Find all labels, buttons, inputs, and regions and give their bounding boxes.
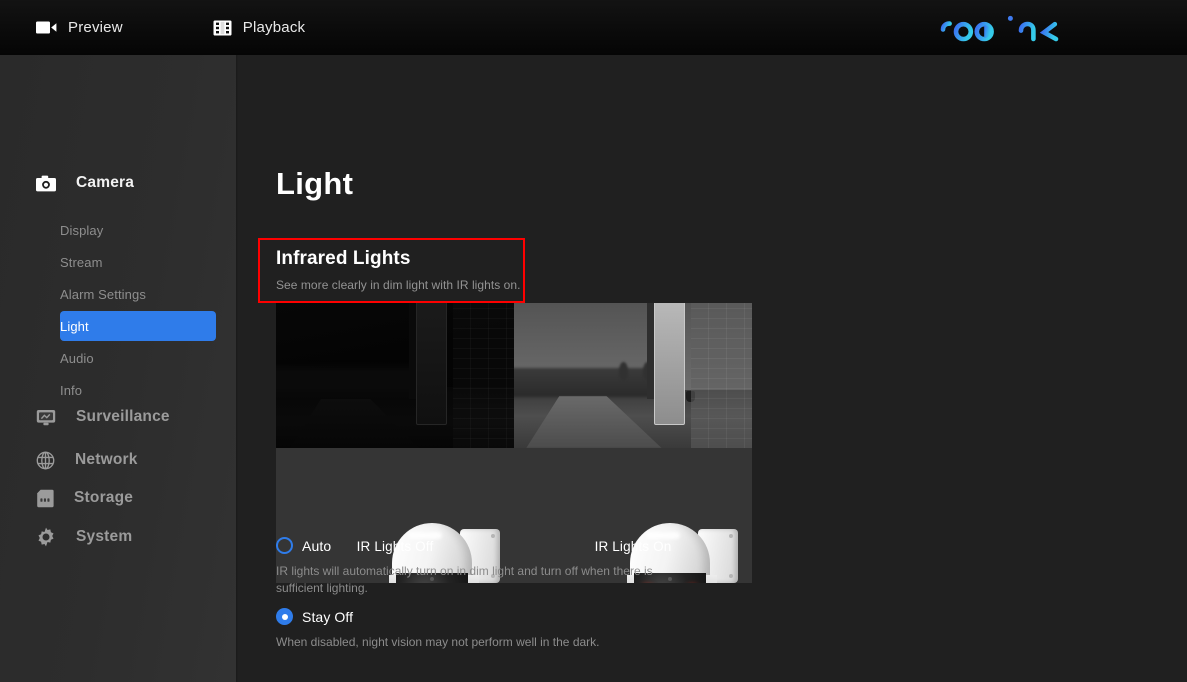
option-stay-off-row[interactable]: Stay Off (276, 608, 600, 625)
sidebar-item-storage-label: Storage (74, 489, 134, 506)
option-auto-row[interactable]: Auto (276, 537, 658, 554)
globe-icon (36, 451, 55, 470)
sidebar-item-light-label: Light (60, 318, 89, 334)
section-description-infrared-lights: See more clearly in dim light with IR li… (276, 278, 521, 292)
scene-hedge (276, 366, 419, 393)
scene-window (653, 303, 685, 425)
sidebar-item-stream-label: Stream (60, 254, 103, 270)
sidebar-item-display-label: Display (60, 222, 104, 238)
sd-card-icon (36, 489, 54, 508)
scene-brickwork (453, 303, 514, 448)
option-auto-description: IR lights will automatically turn on in … (276, 564, 653, 595)
top-navigation-bar: Preview Playback (0, 0, 1187, 55)
monitor-icon (36, 409, 56, 426)
video-camera-icon (36, 20, 57, 35)
sidebar-item-stream[interactable]: Stream (60, 247, 216, 277)
sidebar-item-surveillance-label: Surveillance (76, 408, 170, 425)
photo-camera-icon (36, 175, 56, 192)
sidebar-item-audio[interactable]: Audio (60, 343, 216, 373)
nav-tab-preview[interactable]: Preview (30, 0, 129, 55)
main-content: Light Infrared Lights See more clearly i… (238, 55, 1187, 682)
sidebar-item-light[interactable]: Light (60, 311, 216, 341)
gear-icon (36, 527, 56, 547)
ir-on-photo (514, 303, 752, 448)
sidebar-item-system-label: System (76, 528, 133, 545)
scene-hedge (514, 368, 657, 398)
reolink-logo (939, 11, 1067, 45)
scene-window (415, 303, 447, 425)
sidebar-item-camera[interactable]: Camera (0, 165, 237, 201)
radio-auto[interactable] (276, 537, 293, 554)
nav-tab-playback[interactable]: Playback (207, 0, 311, 55)
scene-brickwork (691, 303, 752, 448)
scene-wall (409, 303, 514, 448)
scene-wall (647, 303, 752, 448)
option-auto: Auto IR lights will automatically turn o… (276, 537, 658, 597)
sidebar-item-audio-label: Audio (60, 350, 94, 366)
nav-tab-preview-label: Preview (68, 19, 123, 36)
option-auto-label: Auto (302, 537, 332, 554)
top-nav-group: Preview Playback (0, 0, 311, 55)
sidebar-item-network-label: Network (75, 451, 138, 468)
sidebar-item-surveillance[interactable]: Surveillance (0, 399, 237, 435)
page-title: Light (276, 166, 354, 201)
sidebar-item-system[interactable]: System (0, 519, 237, 555)
sidebar-item-alarm-settings[interactable]: Alarm Settings (60, 279, 216, 309)
radio-stay-off[interactable] (276, 608, 293, 625)
scene-tree (618, 361, 628, 380)
ir-off-photo (276, 303, 514, 448)
sidebar-item-camera-label: Camera (76, 174, 135, 191)
sidebar-item-display[interactable]: Display (60, 215, 216, 245)
option-stay-off-description: When disabled, night vision may not perf… (276, 635, 600, 649)
sidebar-group-storage: Storage (0, 480, 237, 516)
reolink-settings-window: Preview Playback Camera Display Stream A… (0, 0, 1187, 682)
sidebar: Camera Display Stream Alarm Settings Lig… (0, 55, 237, 682)
nav-tab-playback-label: Playback (242, 19, 306, 36)
sidebar-item-alarm-settings-label: Alarm Settings (60, 286, 146, 302)
section-title-infrared-lights: Infrared Lights (276, 248, 411, 269)
option-stay-off: Stay Off When disabled, night vision may… (276, 608, 600, 651)
ir-comparison-photos (276, 303, 752, 448)
option-stay-off-label: Stay Off (302, 608, 354, 625)
film-strip-icon (213, 20, 232, 36)
sidebar-group-network: Network (0, 442, 237, 478)
sidebar-group-system: System (0, 519, 237, 555)
sidebar-group-surveillance: Surveillance (0, 399, 237, 435)
sidebar-item-storage[interactable]: Storage (0, 480, 237, 516)
sidebar-group-camera: Camera Display Stream Alarm Settings Lig… (0, 165, 237, 405)
sidebar-item-info-label: Info (60, 382, 83, 398)
sidebar-item-network[interactable]: Network (0, 442, 237, 478)
